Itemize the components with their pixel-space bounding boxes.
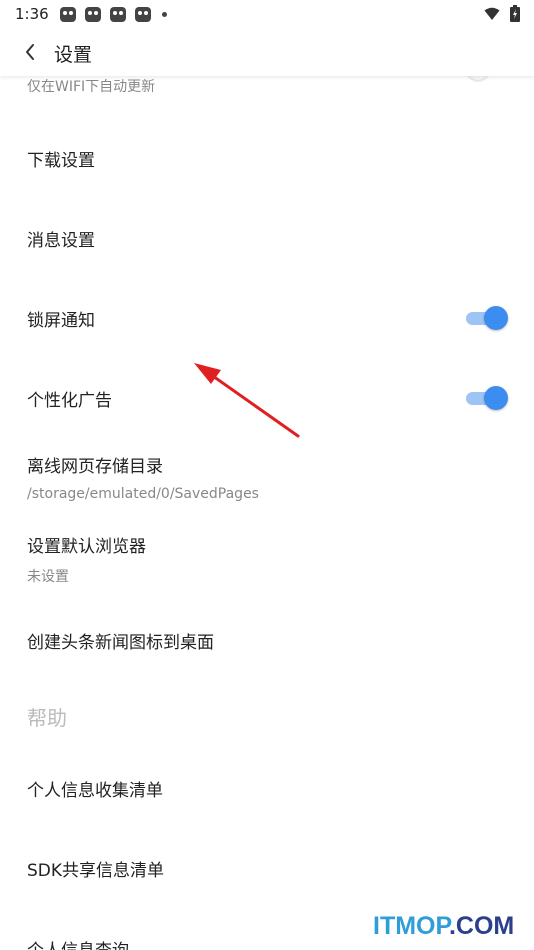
- setting-lockscreen-notify-label: 锁屏通知: [27, 311, 95, 331]
- help-item-label: 个人信息收集清单: [27, 781, 163, 801]
- setting-offline-dir[interactable]: 离线网页存储目录 /storage/emulated/0/SavedPages: [0, 440, 534, 516]
- app-header: 设置: [0, 30, 534, 76]
- setting-default-browser[interactable]: 设置默认浏览器 未设置: [0, 520, 534, 596]
- setting-default-browser-label: 设置默认浏览器: [27, 537, 146, 557]
- app-notification-icon: [60, 7, 76, 22]
- chevron-left-icon[interactable]: [22, 41, 38, 63]
- setting-offline-dir-label: 离线网页存储目录: [27, 457, 163, 477]
- setting-lockscreen-notify[interactable]: 锁屏通知: [0, 278, 534, 356]
- app-notification-icon: [85, 7, 101, 22]
- help-item-label: SDK共享信息清单: [27, 861, 165, 881]
- setting-message[interactable]: 消息设置: [0, 198, 534, 276]
- setting-message-label: 消息设置: [27, 231, 95, 251]
- setting-default-browser-value: 未设置: [27, 569, 69, 585]
- setting-auto-update-wifi-label: 仅在WIFI下自动更新: [27, 79, 156, 95]
- wifi-icon: [484, 7, 500, 20]
- toggle-thumb: [484, 386, 508, 410]
- personalized-ads-toggle[interactable]: [466, 386, 508, 410]
- watermark-part2: .COM: [448, 912, 515, 940]
- help-item-label: 个人信息查询: [27, 936, 129, 950]
- status-time: 1:36: [15, 5, 49, 23]
- setting-desktop-shortcut[interactable]: 创建头条新闻图标到桌面: [0, 600, 534, 676]
- app-notification-icon: [135, 7, 151, 22]
- watermark-logo: ITMOP.COM: [373, 912, 514, 941]
- lockscreen-notify-toggle[interactable]: [466, 306, 508, 330]
- battery-icon: [510, 5, 520, 22]
- page-title: 设置: [54, 44, 93, 66]
- help-item-sdk-sharing[interactable]: SDK共享信息清单: [0, 828, 534, 906]
- watermark-part1: ITMOP: [373, 912, 449, 940]
- setting-offline-dir-value: /storage/emulated/0/SavedPages: [27, 486, 259, 502]
- setting-download[interactable]: 下载设置: [0, 118, 534, 196]
- app-notification-icon: [110, 7, 126, 22]
- more-notifications-dot-icon: [162, 12, 167, 17]
- setting-download-label: 下载设置: [27, 151, 95, 171]
- toggle-thumb: [484, 306, 508, 330]
- setting-personalized-ads-label: 个性化广告: [27, 391, 112, 411]
- help-item-info-collection[interactable]: 个人信息收集清单: [0, 748, 534, 826]
- setting-desktop-shortcut-label: 创建头条新闻图标到桌面: [27, 633, 214, 653]
- status-bar: 1:36: [0, 0, 534, 30]
- section-title-help: 帮助: [27, 706, 67, 730]
- setting-personalized-ads[interactable]: 个性化广告: [0, 358, 534, 436]
